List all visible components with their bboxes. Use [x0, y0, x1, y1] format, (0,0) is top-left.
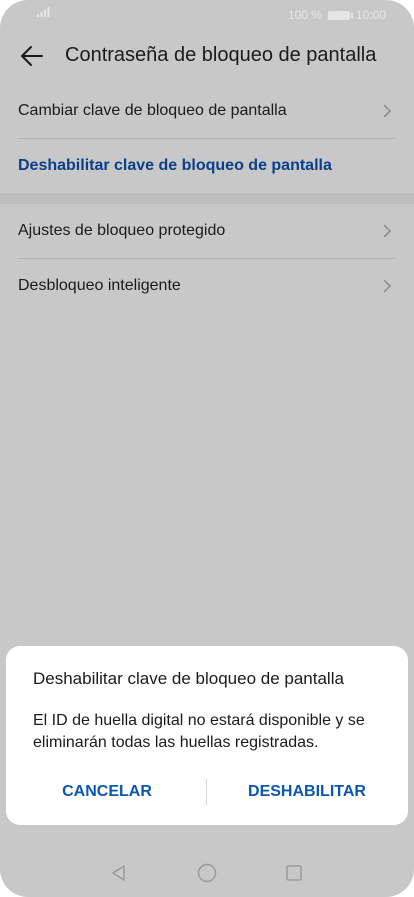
- app-bar: Contraseña de bloqueo de pantalla: [0, 30, 414, 82]
- settings-group-other: Ajustes de bloqueo protegido Desbloqueo …: [0, 204, 414, 313]
- section-divider: [0, 193, 414, 204]
- confirm-dialog: Deshabilitar clave de bloqueo de pantall…: [6, 646, 408, 825]
- arrow-left-icon[interactable]: [18, 42, 46, 70]
- phone-screen: 100 % 10:00 Contraseña de bloqueo de pan…: [0, 0, 414, 897]
- setting-label: Cambiar clave de bloqueo de pantalla: [18, 102, 287, 119]
- triangle-back-icon[interactable]: [104, 858, 134, 888]
- dialog-message: El ID de huella digital no estará dispon…: [33, 712, 365, 751]
- setting-disable-lock-password[interactable]: Deshabilitar clave de bloqueo de pantall…: [18, 138, 396, 193]
- chevron-right-icon: [382, 223, 392, 239]
- setting-smart-unlock[interactable]: Desbloqueo inteligente: [18, 258, 396, 313]
- chevron-right-icon: [382, 278, 392, 294]
- setting-label: Ajustes de bloqueo protegido: [18, 222, 226, 239]
- battery-percent: 100 %: [287, 8, 322, 22]
- square-recent-icon[interactable]: [279, 858, 309, 888]
- chevron-right-icon: [382, 103, 392, 119]
- setting-label: Deshabilitar clave de bloqueo de pantall…: [18, 157, 332, 174]
- button-divider: [206, 779, 207, 805]
- status-bar: 100 % 10:00: [0, 0, 414, 30]
- disable-button[interactable]: DESHABILITAR: [212, 777, 402, 807]
- signal-icon: [36, 6, 50, 21]
- dialog-title: Deshabilitar clave de bloqueo de pantall…: [33, 669, 344, 688]
- battery-icon: [327, 10, 353, 20]
- status-right: 100 % 10:00: [288, 8, 386, 22]
- settings-group-lock: Cambiar clave de bloqueo de pantalla Des…: [0, 84, 414, 193]
- cancel-button[interactable]: CANCELAR: [12, 777, 202, 807]
- clock: 10:00: [355, 8, 386, 22]
- setting-label: Desbloqueo inteligente: [18, 277, 181, 294]
- navigation-bar: [0, 850, 414, 897]
- setting-secure-lock-settings[interactable]: Ajustes de bloqueo protegido: [18, 204, 396, 258]
- setting-change-lock-password[interactable]: Cambiar clave de bloqueo de pantalla: [18, 84, 396, 138]
- page-title: Contraseña de bloqueo de pantalla: [65, 44, 377, 66]
- circle-home-icon[interactable]: [192, 858, 222, 888]
